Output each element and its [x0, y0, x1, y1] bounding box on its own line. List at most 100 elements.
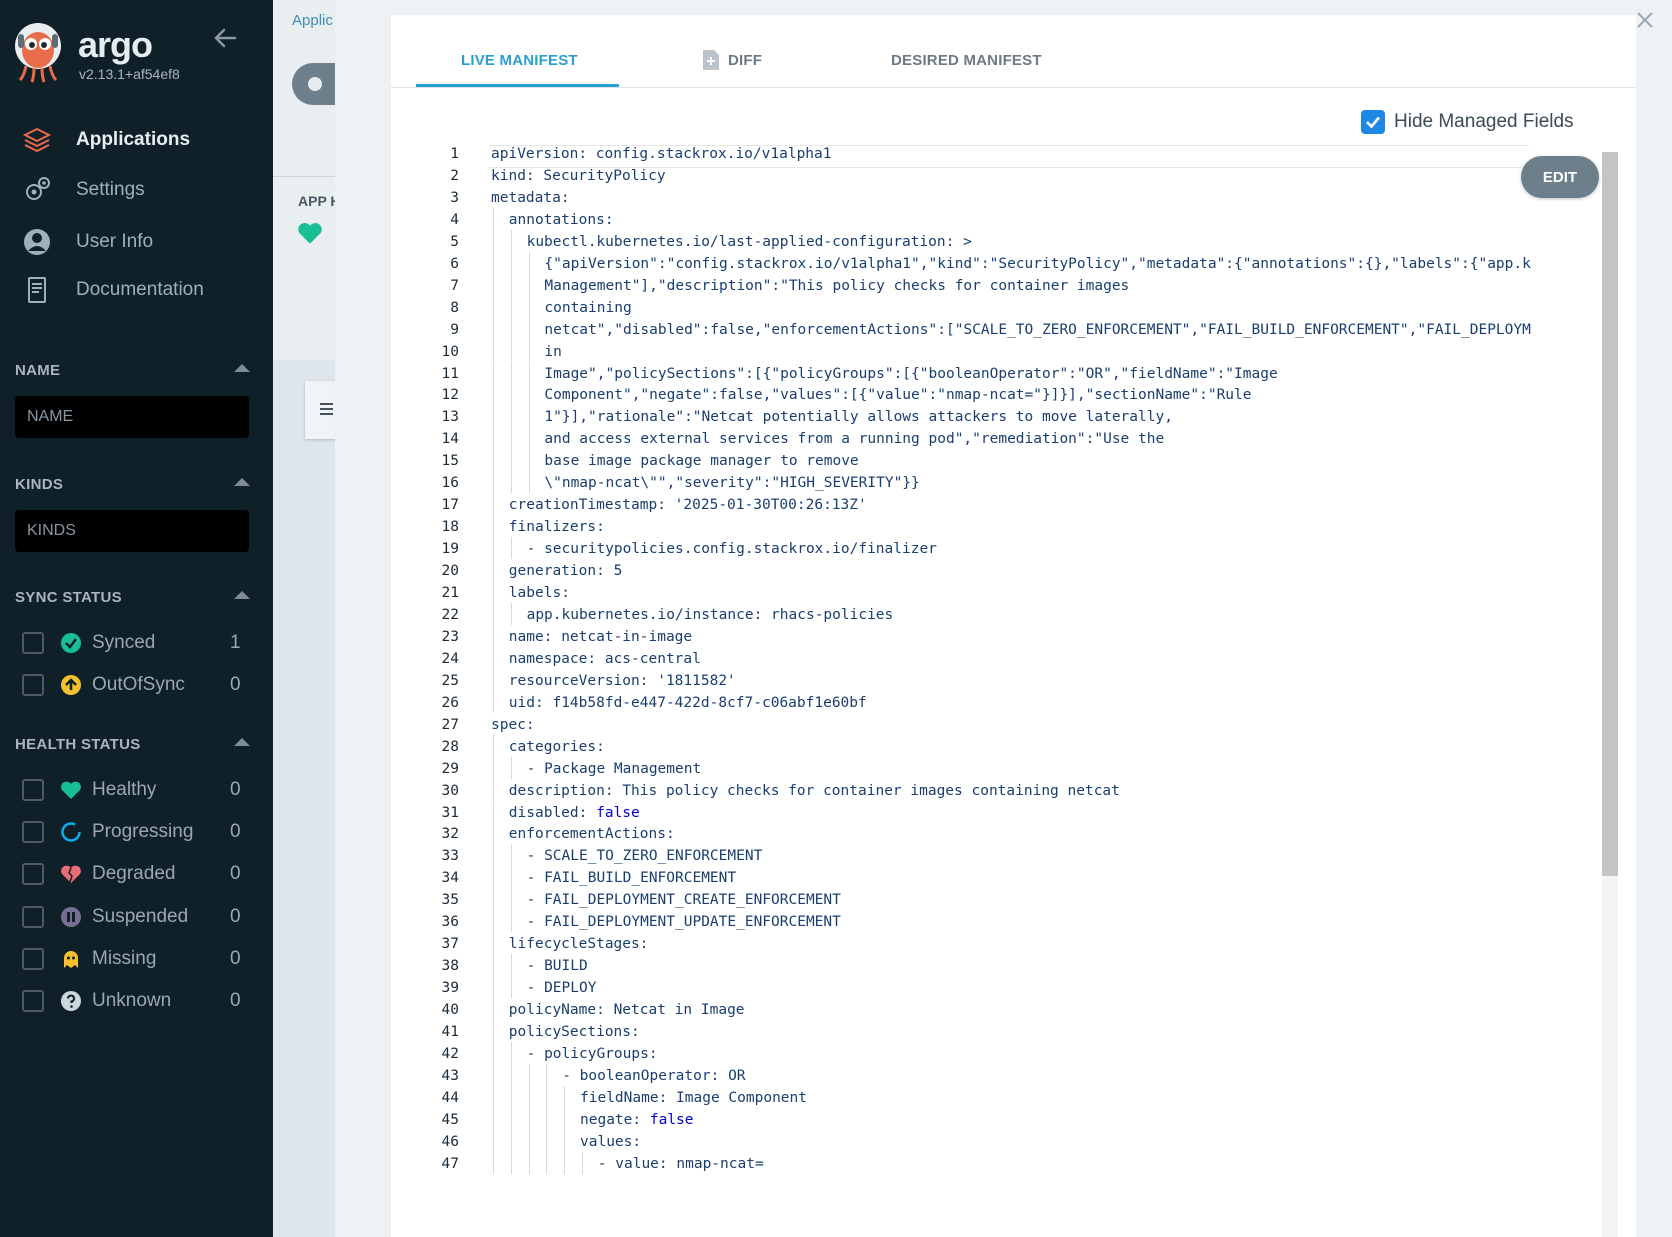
code-line: disabled: false [509, 805, 640, 821]
tab-desired-manifest[interactable]: DESIRED MANIFEST [891, 52, 1042, 69]
code-line: {"apiVersion":"config.stackrox.io/v1alph… [544, 256, 1530, 272]
yaml-key: generation [508, 563, 597, 580]
collapse-caret-icon[interactable] [234, 478, 250, 486]
sidebar: argo v2.13.1+af54ef8 Applications Settin… [0, 0, 273, 1237]
degraded-checkbox[interactable] [22, 863, 44, 885]
line-number: 3 [450, 189, 459, 206]
line-number: 4 [450, 211, 459, 228]
filter-suspended[interactable]: Suspended 0 [22, 902, 252, 932]
indent-guide [493, 778, 494, 801]
line-number: 46 [441, 1133, 459, 1150]
line-number: 18 [441, 519, 459, 536]
collapse-caret-icon[interactable] [234, 738, 250, 746]
yaml-value: : [561, 585, 570, 601]
argo-logo[interactable] [14, 22, 62, 84]
divider [273, 176, 335, 177]
filter-synced[interactable]: Synced 1 [22, 628, 252, 658]
nav-label: Settings [76, 179, 145, 200]
indent-guide [510, 844, 512, 867]
code-line: - policyGroups: [527, 1046, 658, 1062]
code-line: - value: nmap-ncat= [598, 1156, 764, 1172]
yaml-value: : [596, 1002, 614, 1019]
kinds-filter-input[interactable] [15, 510, 249, 552]
filter-count: 0 [230, 674, 241, 695]
indent-guide [546, 1085, 548, 1108]
yaml-value: - [526, 980, 545, 997]
filter-healthy[interactable]: Healthy 0 [22, 775, 252, 805]
collapse-caret-icon[interactable] [234, 364, 250, 372]
edit-button[interactable]: EDIT [1521, 156, 1599, 198]
collapse-sidebar-icon[interactable] [211, 24, 239, 52]
line-number: 16 [441, 475, 459, 492]
nav-user-info[interactable]: User Info [22, 225, 153, 259]
line-number: 12 [441, 387, 459, 404]
background-header [273, 0, 335, 360]
suspended-checkbox[interactable] [22, 906, 44, 928]
indent-guide [493, 646, 494, 669]
indent-guide [510, 1063, 512, 1086]
nav-applications[interactable]: Applications [22, 123, 190, 157]
nav-documentation[interactable]: Documentation [22, 273, 204, 307]
yaml-value: BUILD [544, 958, 588, 975]
code-line: - Package Management [527, 761, 702, 777]
indent-guide [493, 1151, 494, 1174]
filter-outofsync[interactable]: OutOfSync 0 [22, 670, 252, 700]
yaml-key: uid [508, 694, 535, 711]
close-panel-icon[interactable] [1633, 8, 1657, 32]
indent-guide [493, 427, 494, 450]
indent-guide [493, 844, 494, 867]
missing-checkbox[interactable] [22, 948, 44, 970]
indent-guide [546, 1107, 548, 1130]
hide-managed-fields-label: Hide Managed Fields [1394, 111, 1574, 132]
yaml-key: kubectl.kubernetes.io/last-applied-confi… [526, 233, 946, 250]
indent-guide [493, 998, 494, 1020]
line-number: 26 [441, 694, 459, 711]
indent-guide [493, 954, 494, 977]
indent-guide [510, 361, 512, 384]
yaml-value: : [604, 211, 614, 228]
yaml-value: containing [544, 299, 632, 316]
filter-unknown[interactable]: Unknown 0 [22, 986, 252, 1016]
code-line: labels: [509, 585, 570, 601]
editor-scrollbar[interactable] [1602, 152, 1618, 876]
indent-guide [493, 229, 494, 252]
yaml-value: : [658, 1155, 677, 1172]
outofsync-checkbox[interactable] [22, 674, 44, 696]
yaml-value: f14b58fd-e447-422d-8cf7-c06abf1e60bf [552, 694, 867, 711]
yaml-value: in [544, 343, 562, 360]
indent-guide [564, 1151, 566, 1174]
progressing-checkbox[interactable] [22, 821, 44, 843]
filter-missing[interactable]: Missing 0 [22, 944, 252, 974]
unknown-checkbox[interactable] [22, 990, 44, 1012]
yaml-value: : [535, 694, 553, 711]
filter-label: OutOfSync [92, 674, 185, 695]
nav-settings[interactable]: Settings [22, 173, 145, 207]
collapse-caret-icon[interactable] [234, 591, 250, 599]
tab-live-manifest[interactable]: LIVE MANIFEST [461, 52, 578, 69]
hide-managed-fields-toggle[interactable]: Hide Managed Fields [1361, 110, 1574, 134]
line-number: 22 [441, 606, 459, 623]
synced-checkbox[interactable] [22, 632, 44, 654]
yaml-value: rhacs-policies [771, 606, 894, 623]
line-number: 13 [441, 409, 459, 426]
line-number: 47 [441, 1155, 459, 1172]
healthy-checkbox[interactable] [22, 779, 44, 801]
yaml-editor[interactable]: 1 apiVersion: config.stackrox.io/v1alpha1… [391, 135, 1616, 1237]
yaml-value: - [526, 541, 545, 558]
tab-diff[interactable]: DIFF [728, 52, 762, 69]
filter-progressing[interactable]: Progressing 0 [22, 817, 252, 847]
line-number: 39 [441, 980, 459, 997]
indent-guide [510, 954, 512, 977]
breadcrumb[interactable]: Applic [292, 12, 333, 29]
heart-icon [296, 220, 324, 251]
yaml-key: lifecycleStages [508, 936, 640, 953]
name-filter-input[interactable] [15, 396, 249, 438]
yaml-value: Component","negate":false,"values":[{"va… [544, 387, 1252, 404]
indent-guide [528, 361, 530, 384]
yaml-key: policySections [508, 1024, 632, 1040]
filter-degraded[interactable]: Degraded 0 [22, 859, 252, 889]
code-line: kind: SecurityPolicy [491, 168, 666, 184]
yaml-key: finalizers [508, 519, 597, 536]
hide-managed-fields-checkbox[interactable] [1361, 110, 1385, 134]
health-status-title: HEALTH STATUS [15, 736, 141, 753]
